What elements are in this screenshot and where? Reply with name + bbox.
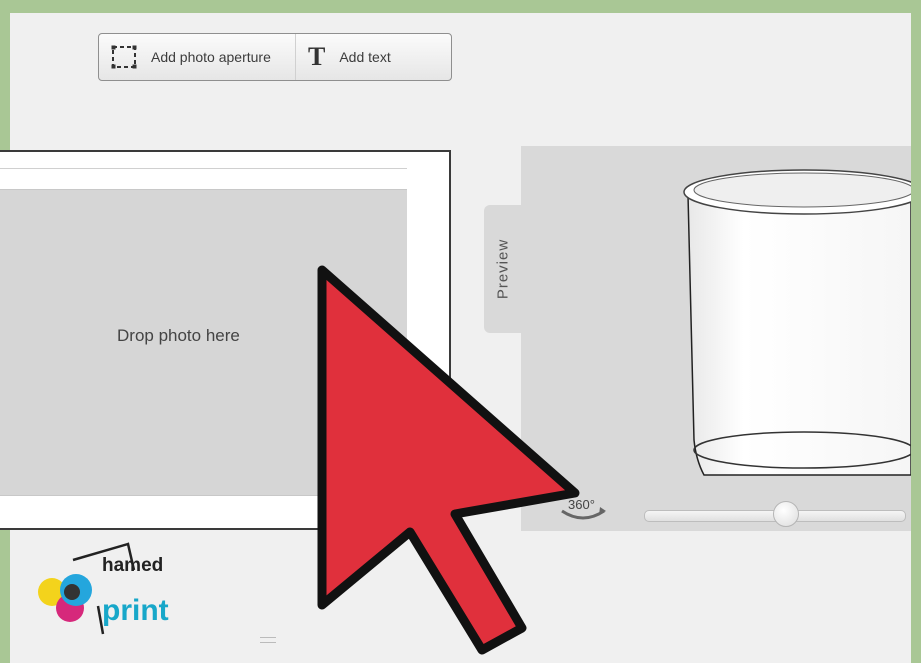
arrow-cursor-icon [317, 265, 580, 655]
